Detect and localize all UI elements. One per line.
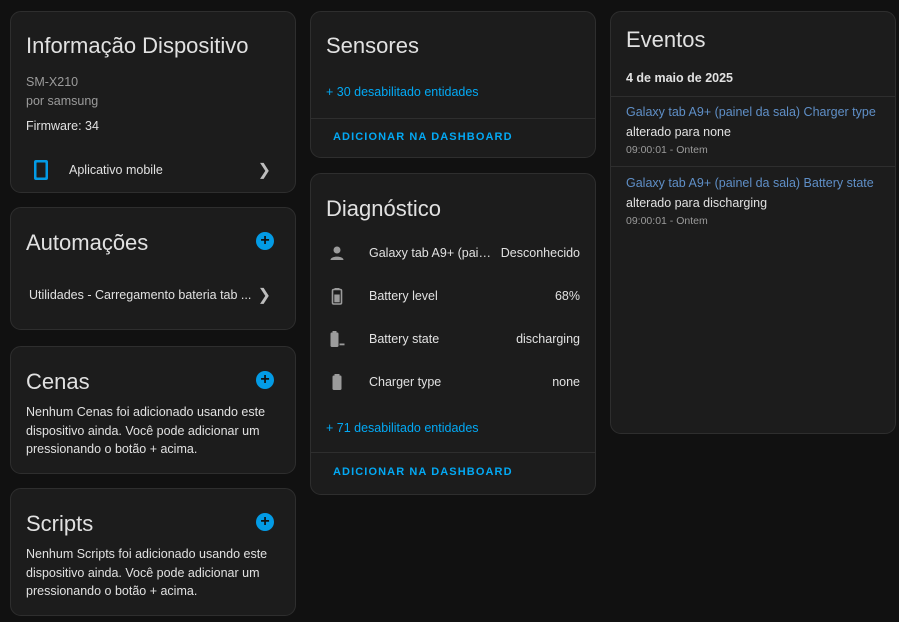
mobile-app-label: Aplicativo mobile: [69, 163, 163, 177]
diagnostic-value: 68%: [554, 289, 580, 303]
diagnostic-name: Battery level: [369, 289, 438, 303]
phone-icon: [34, 160, 48, 180]
automations-card: Automações + Utilidades - Carregamento b…: [10, 207, 296, 330]
add-script-button[interactable]: +: [256, 513, 274, 531]
diagnostic-name: Galaxy tab A9+ (painel da sala): [369, 246, 494, 260]
scenes-card: Cenas + Nenhum Cenas foi adicionado usan…: [10, 346, 296, 474]
diagnostic-row-battery-level[interactable]: Battery level 68%: [311, 275, 595, 318]
diagnostics-card: Diagnóstico Galaxy tab A9+ (painel da sa…: [310, 173, 596, 495]
event-entity-link[interactable]: Galaxy tab A9+ (painel da sala) Battery …: [626, 176, 874, 190]
sensors-add-to-dashboard-button[interactable]: ADICIONAR NA DASHBOARD: [333, 131, 513, 143]
event-time: 09:00:01 - Ontem: [626, 144, 708, 156]
scenes-title: Cenas: [26, 369, 90, 394]
automations-title: Automações: [26, 230, 149, 255]
diagnostic-row-charger-type[interactable]: Charger type none: [311, 361, 595, 404]
sensors-disabled-entities-link[interactable]: + 30 desabilitado entidades: [326, 85, 479, 99]
event-item[interactable]: Galaxy tab A9+ (painel da sala) Charger …: [611, 97, 895, 167]
mobile-app-link[interactable]: Aplicativo mobile ❯: [11, 152, 295, 188]
events-date-header: 4 de maio de 2025: [626, 71, 734, 85]
divider: [611, 166, 895, 167]
device-model: SM-X210: [26, 75, 79, 89]
device-info-title: Informação Dispositivo: [26, 33, 249, 58]
event-entity-link[interactable]: Galaxy tab A9+ (painel da sala) Charger …: [626, 105, 876, 119]
battery-full-icon: [332, 374, 342, 390]
scripts-empty-message: Nenhum Scripts foi adicionado usando est…: [26, 547, 268, 598]
scripts-title: Scripts: [26, 511, 94, 536]
chevron-right-icon: ❯: [257, 287, 271, 304]
diagnostic-row-device[interactable]: Galaxy tab A9+ (painel da sala) Desconhe…: [311, 232, 595, 275]
event-message: alterado para discharging: [626, 196, 768, 210]
diagnostic-name: Battery state: [369, 332, 440, 346]
diagnostic-name: Charger type: [369, 375, 442, 389]
diagnostic-row-battery-state[interactable]: Battery state discharging: [311, 318, 595, 361]
device-firmware: Firmware: 34: [26, 119, 99, 133]
sensors-card: Sensores + 30 desabilitado entidades ADI…: [310, 11, 596, 158]
add-scene-button[interactable]: +: [256, 371, 274, 389]
diagnostic-value: none: [552, 375, 580, 389]
add-automation-button[interactable]: +: [256, 232, 274, 250]
scripts-card: Scripts + Nenhum Scripts foi adicionado …: [10, 488, 296, 616]
scenes-empty-message: Nenhum Cenas foi adicionado usando este …: [26, 405, 266, 456]
person-icon: [330, 246, 344, 260]
automation-item[interactable]: Utilidades - Carregamento bateria tab ..…: [11, 280, 295, 310]
diagnostics-add-to-dashboard-button[interactable]: ADICIONAR NA DASHBOARD: [333, 466, 513, 478]
device-info-card: Informação Dispositivo SM-X210 por samsu…: [10, 11, 296, 193]
events-title: Eventos: [626, 27, 706, 52]
event-item[interactable]: Galaxy tab A9+ (painel da sala) Battery …: [611, 168, 895, 238]
sensors-title: Sensores: [326, 33, 419, 58]
divider: [311, 118, 595, 119]
device-manufacturer: por samsung: [26, 94, 99, 108]
diagnostic-value: discharging: [516, 332, 580, 346]
events-card: Eventos 4 de maio de 2025 Galaxy tab A9+…: [610, 11, 896, 434]
chevron-right-icon: ❯: [257, 162, 271, 179]
divider: [311, 452, 595, 453]
diagnostic-value: Desconhecido: [500, 246, 580, 260]
battery-discharging-icon: [330, 331, 345, 347]
diagnostics-disabled-entities-link[interactable]: + 71 desabilitado entidades: [326, 421, 479, 435]
event-message: alterado para none: [626, 125, 731, 139]
event-time: 09:00:01 - Ontem: [626, 215, 708, 227]
battery-icon: [331, 288, 343, 305]
diagnostics-title: Diagnóstico: [326, 196, 441, 221]
automation-item-label: Utilidades - Carregamento bateria tab ..…: [29, 288, 252, 302]
